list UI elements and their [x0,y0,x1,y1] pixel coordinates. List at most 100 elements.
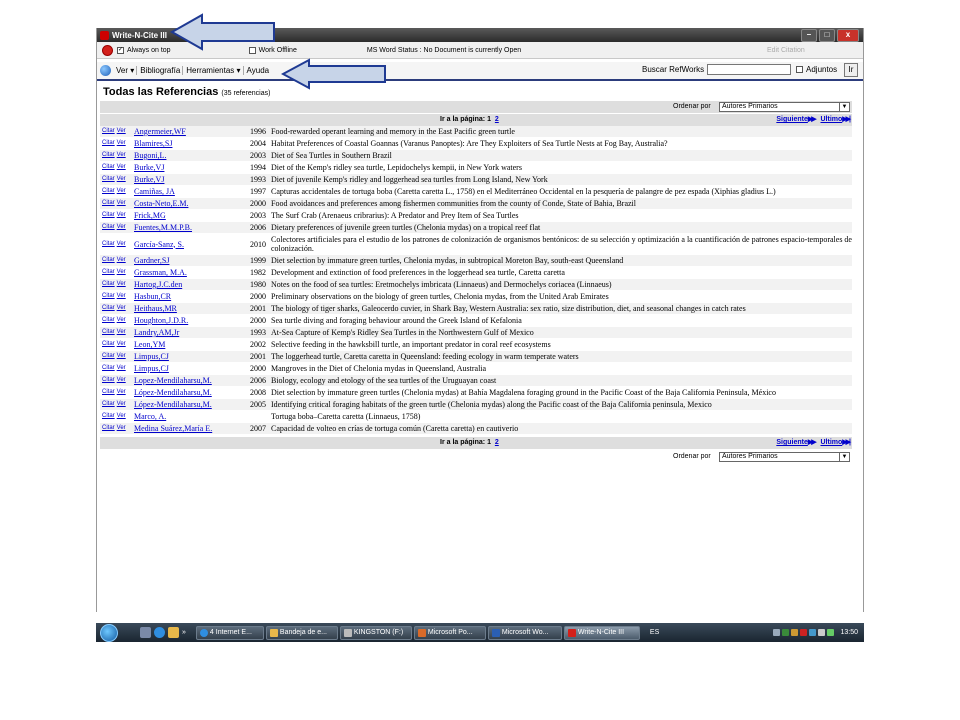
reference-author[interactable]: Grassman, M.A. [134,266,250,279]
skip-to-end-icon[interactable]: ▶▶| [842,116,851,123]
reference-author[interactable]: Limpus,CJ [134,350,250,363]
reference-author[interactable]: López-Mendilaharsu,M. [134,386,250,399]
view-link[interactable]: Ver [117,425,126,431]
view-link[interactable]: Ver [117,317,126,323]
reference-author[interactable]: Blamires,SJ [134,137,250,150]
close-button[interactable]: x [837,29,859,42]
cite-link[interactable]: Citar [102,224,115,230]
reference-author[interactable]: Gardner,SJ [134,254,250,267]
attachments-option[interactable]: Adjuntos [796,65,837,74]
cite-link[interactable]: Citar [102,389,115,395]
reference-author[interactable]: Hartog,J.C.den [134,278,250,291]
reference-author[interactable]: Houghton,J.D.R. [134,314,250,327]
cite-link[interactable]: Citar [102,353,115,359]
view-link[interactable]: Ver [117,305,126,311]
cite-link[interactable]: Citar [102,164,115,170]
minimize-button[interactable]: – [801,29,817,42]
view-link[interactable]: Ver [117,401,126,407]
view-link[interactable]: Ver [117,269,126,275]
view-link[interactable]: Ver [117,212,126,218]
taskbar-item-word[interactable]: Microsoft Wo... [487,625,562,640]
double-arrow-right-icon[interactable]: ▶▶ [808,439,817,446]
view-link[interactable]: Ver [117,224,126,230]
cite-link[interactable]: Citar [102,293,115,299]
view-link[interactable]: Ver [117,293,126,299]
reference-author[interactable]: Angermeier,WF [134,126,250,138]
page-2-link[interactable]: 2 [495,116,499,123]
reference-author[interactable]: López-Mendilaharsu,M. [134,398,250,411]
next-page-link[interactable]: Siguiente [776,116,808,123]
clock[interactable]: 13:50 [840,629,858,636]
reference-author[interactable]: Landry,AM,Jr [134,326,250,339]
taskbar-item-internet-explorer[interactable]: 4 Internet E... [195,625,264,640]
cite-link[interactable]: Citar [102,377,115,383]
reference-author[interactable]: Medina Suárez,María E. [134,422,250,435]
view-link[interactable]: Ver [117,241,126,247]
reference-author[interactable]: Leon,YM [134,338,250,351]
view-link[interactable]: Ver [117,281,126,287]
start-button[interactable] [100,623,118,642]
reference-author[interactable]: Burke,VJ [134,173,250,186]
view-link[interactable]: Ver [117,257,126,263]
menu-herramientas[interactable]: Herramientas ▾ [184,66,244,75]
sort-select[interactable]: Autores Primarios ▼ [719,102,850,112]
menu-ver[interactable]: Ver ▾ [114,66,138,75]
network-icon[interactable] [773,629,781,636]
refworks-logo-icon[interactable] [102,44,113,56]
menu-bibliografia[interactable]: Bibliografía [138,66,184,75]
cite-link[interactable]: Citar [102,152,115,158]
reference-author[interactable]: Hasbun,CR [134,290,250,303]
always-on-top-checkbox[interactable]: ✓ [117,46,124,54]
reference-author[interactable]: Bugoni,L. [134,149,250,162]
view-link[interactable]: Ver [117,365,126,371]
cite-link[interactable]: Citar [102,281,115,287]
globe-icon[interactable] [100,65,111,76]
sync-icon[interactable] [809,629,817,636]
cite-link[interactable]: Citar [102,188,115,194]
reference-author[interactable]: Lopez-Mendilaharsu,M. [134,374,250,387]
security-icon[interactable] [782,629,790,636]
view-link[interactable]: Ver [117,341,126,347]
cite-link[interactable]: Citar [102,341,115,347]
taskbar-item-powerpoint[interactable]: Microsoft Po... [413,625,486,640]
shield-icon[interactable] [791,629,799,636]
view-link[interactable]: Ver [117,164,126,170]
reference-author[interactable]: Frick,MG [134,209,250,222]
last-page-link[interactable]: Ultimo [820,116,842,123]
cite-link[interactable]: Citar [102,140,115,146]
language-indicator[interactable]: ES [650,629,659,636]
edit-citation-button[interactable]: Edit Citation [767,47,805,54]
next-page-link-bottom[interactable]: Siguiente [776,439,808,446]
view-link[interactable]: Ver [117,128,126,134]
cite-link[interactable]: Citar [102,305,115,311]
reference-author[interactable]: Marco, A. [134,410,250,423]
reference-author[interactable]: Burke,VJ [134,161,250,174]
alert-icon[interactable] [800,629,808,636]
reference-author[interactable]: García-Sanz, S. [134,233,250,255]
internet-explorer-icon[interactable] [154,627,165,638]
view-link[interactable]: Ver [117,152,126,158]
cite-link[interactable]: Citar [102,401,115,407]
page-2-link-bottom[interactable]: 2 [495,439,499,446]
sort-select-bottom[interactable]: Autores Primarios ▼ [719,452,850,462]
battery-icon[interactable] [827,629,835,636]
taskbar-item-write-n-cite[interactable]: Write-N-Cite III [563,625,640,640]
volume-icon[interactable] [818,629,826,636]
cite-link[interactable]: Citar [102,425,115,431]
view-link[interactable]: Ver [117,200,126,206]
outlook-icon[interactable] [168,627,179,638]
cite-link[interactable]: Citar [102,329,115,335]
view-link[interactable]: Ver [117,140,126,146]
reference-author[interactable]: Limpus,CJ [134,362,250,375]
view-link[interactable]: Ver [117,389,126,395]
double-arrow-right-icon[interactable]: ▶▶ [808,116,817,123]
cite-link[interactable]: Citar [102,317,115,323]
go-button[interactable]: Ir [844,63,858,77]
cite-link[interactable]: Citar [102,365,115,371]
search-input[interactable] [707,64,791,75]
taskbar-item-kingston[interactable]: KINGSTON (F:) [339,625,412,640]
menu-ayuda[interactable]: Ayuda [245,66,272,75]
view-link[interactable]: Ver [117,176,126,182]
view-link[interactable]: Ver [117,188,126,194]
maximize-button[interactable]: □ [819,29,835,42]
